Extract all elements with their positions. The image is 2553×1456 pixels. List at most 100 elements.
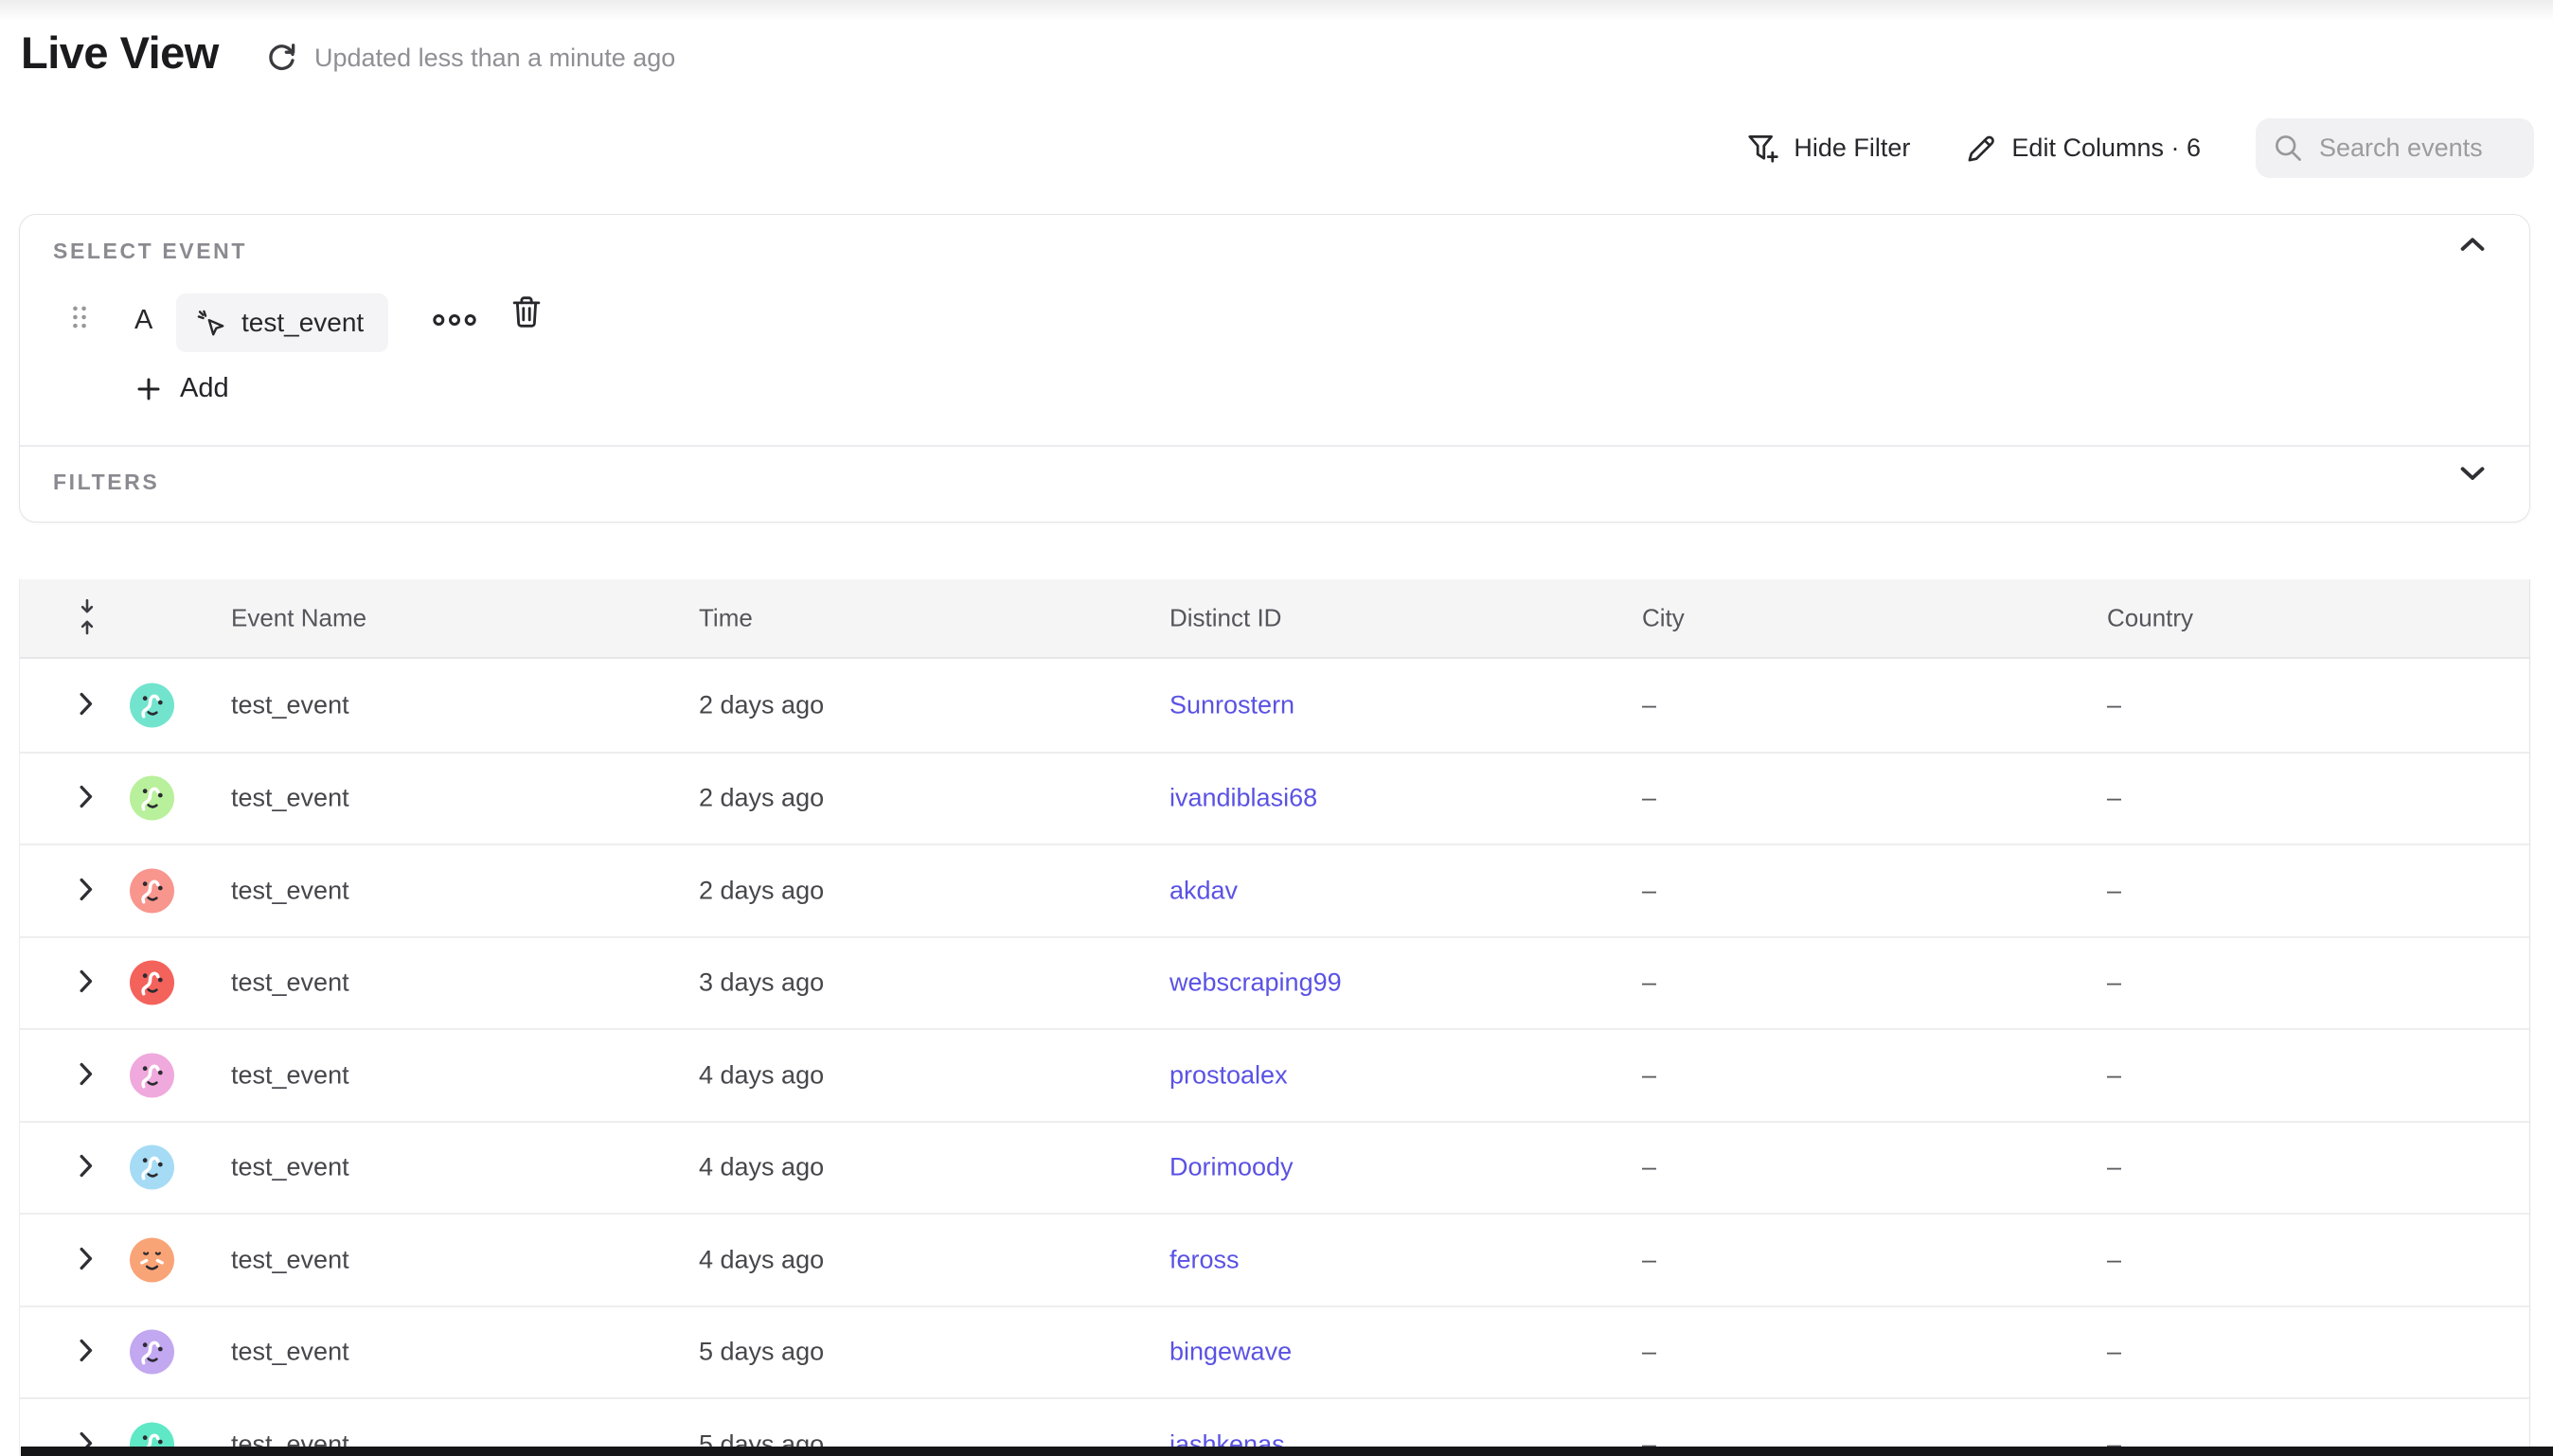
plus-icon: [134, 375, 163, 403]
time-cell: 5 days ago: [699, 1338, 824, 1367]
edit-columns-label: Edit Columns · 6: [2011, 133, 2201, 163]
user-avatar[interactable]: [130, 1145, 174, 1190]
bottom-screen-edge: [21, 1447, 2553, 1456]
event-selector-chip[interactable]: test_event: [176, 293, 388, 352]
country-cell: –: [2107, 1060, 2121, 1090]
row-expander-button[interactable]: [75, 966, 97, 1000]
select-event-label: SELECT EVENT: [53, 239, 247, 264]
toolbar: Hide Filter Edit Columns · 6: [1745, 118, 2534, 178]
city-cell: –: [1642, 784, 1656, 813]
city-cell: –: [1642, 1338, 1656, 1367]
query-builder-panel: [19, 214, 2530, 523]
time-cell: 4 days ago: [699, 1245, 824, 1274]
table-row: test_event 2 days ago Sunrostern – –: [20, 659, 2529, 752]
row-expander-button[interactable]: [75, 874, 97, 908]
user-avatar[interactable]: [130, 1237, 174, 1282]
drag-handle[interactable]: [72, 305, 87, 332]
time-cell: 3 days ago: [699, 968, 824, 998]
collapse-vertical-icon: [75, 598, 99, 636]
row-expander-button[interactable]: [75, 1058, 97, 1092]
user-avatar[interactable]: [130, 868, 174, 913]
more-options-icon: [432, 312, 477, 328]
user-avatar[interactable]: [130, 961, 174, 1005]
drag-dots-icon: [72, 305, 87, 329]
row-expander-button[interactable]: [75, 1335, 97, 1369]
event-name-cell: test_event: [231, 1338, 349, 1367]
chevron-right-icon: [79, 969, 93, 993]
country-cell: –: [2107, 1338, 2121, 1367]
event-name-cell: test_event: [231, 784, 349, 813]
chevron-right-icon: [79, 692, 93, 716]
distinct-id-link[interactable]: feross: [1169, 1245, 1240, 1274]
add-label: Add: [180, 373, 229, 404]
row-expander-button[interactable]: [75, 1150, 97, 1184]
user-avatar[interactable]: [130, 683, 174, 727]
filter-plus-icon: [1745, 132, 1779, 166]
row-expander-button[interactable]: [75, 1243, 97, 1277]
events-table: Event Name Time Distinct ID City Country…: [19, 579, 2530, 1456]
time-cell: 2 days ago: [699, 690, 824, 719]
column-header-country[interactable]: Country: [2107, 604, 2193, 633]
chevron-right-icon: [79, 1339, 93, 1362]
table-row: test_event 3 days ago webscraping99 – –: [20, 936, 2529, 1029]
country-cell: –: [2107, 876, 2121, 905]
event-name-cell: test_event: [231, 1060, 349, 1090]
table-row: test_event 4 days ago Dorimoody – –: [20, 1121, 2529, 1214]
time-cell: 2 days ago: [699, 784, 824, 813]
edit-columns-button[interactable]: Edit Columns · 6: [1965, 133, 2201, 165]
user-avatar[interactable]: [130, 1330, 174, 1375]
filters-label: FILTERS: [53, 470, 159, 495]
event-name-cell: test_event: [231, 690, 349, 719]
country-cell: –: [2107, 784, 2121, 813]
event-name-cell: test_event: [231, 1153, 349, 1182]
country-cell: –: [2107, 968, 2121, 998]
row-expander-button[interactable]: [75, 781, 97, 815]
panel-divider: [20, 445, 2529, 447]
distinct-id-link[interactable]: Dorimoody: [1169, 1153, 1294, 1182]
clause-letter: A: [134, 305, 152, 336]
search-input[interactable]: [2319, 133, 2517, 163]
distinct-id-link[interactable]: prostoalex: [1169, 1060, 1288, 1090]
time-cell: 4 days ago: [699, 1060, 824, 1090]
selected-event-name: test_event: [241, 308, 364, 338]
hide-filter-label: Hide Filter: [1794, 133, 1910, 163]
column-header-time[interactable]: Time: [699, 604, 753, 633]
chevron-right-icon: [79, 1154, 93, 1178]
chevron-right-icon: [79, 878, 93, 901]
add-event-button[interactable]: Add: [134, 373, 229, 404]
user-avatar[interactable]: [130, 776, 174, 821]
expand-filters-button[interactable]: [2460, 466, 2485, 484]
distinct-id-link[interactable]: Sunrostern: [1169, 690, 1294, 719]
hide-filter-button[interactable]: Hide Filter: [1745, 132, 1910, 166]
table-row: test_event 4 days ago feross – –: [20, 1213, 2529, 1305]
row-expander-button[interactable]: [75, 688, 97, 722]
city-cell: –: [1642, 1060, 1656, 1090]
city-cell: –: [1642, 876, 1656, 905]
distinct-id-link[interactable]: bingewave: [1169, 1338, 1292, 1367]
time-cell: 4 days ago: [699, 1153, 824, 1182]
event-name-cell: test_event: [231, 968, 349, 998]
refresh-icon: [264, 40, 300, 76]
distinct-id-link[interactable]: ivandiblasi68: [1169, 784, 1317, 813]
collapse-all-rows-button[interactable]: [75, 598, 99, 639]
last-updated-text: Updated less than a minute ago: [314, 44, 675, 73]
distinct-id-link[interactable]: akdav: [1169, 876, 1238, 905]
refresh-button[interactable]: [263, 40, 301, 78]
user-avatar[interactable]: [130, 1053, 174, 1097]
more-options-button[interactable]: [432, 312, 477, 330]
table-header: Event Name Time Distinct ID City Country: [20, 579, 2529, 659]
time-cell: 2 days ago: [699, 876, 824, 905]
country-cell: –: [2107, 1245, 2121, 1274]
column-header-distinct-id[interactable]: Distinct ID: [1169, 604, 1281, 633]
distinct-id-link[interactable]: webscraping99: [1169, 968, 1342, 998]
event-name-cell: test_event: [231, 876, 349, 905]
collapse-select-event-button[interactable]: [2460, 237, 2485, 255]
table-row: test_event 4 days ago prostoalex – –: [20, 1028, 2529, 1121]
chevron-right-icon: [79, 1247, 93, 1270]
chevron-right-icon: [79, 785, 93, 808]
column-header-event-name[interactable]: Event Name: [231, 604, 366, 633]
delete-event-button[interactable]: [509, 293, 544, 333]
pencil-icon: [1965, 133, 1997, 165]
table-row: test_event 2 days ago ivandiblasi68 – –: [20, 752, 2529, 844]
column-header-city[interactable]: City: [1642, 604, 1685, 633]
